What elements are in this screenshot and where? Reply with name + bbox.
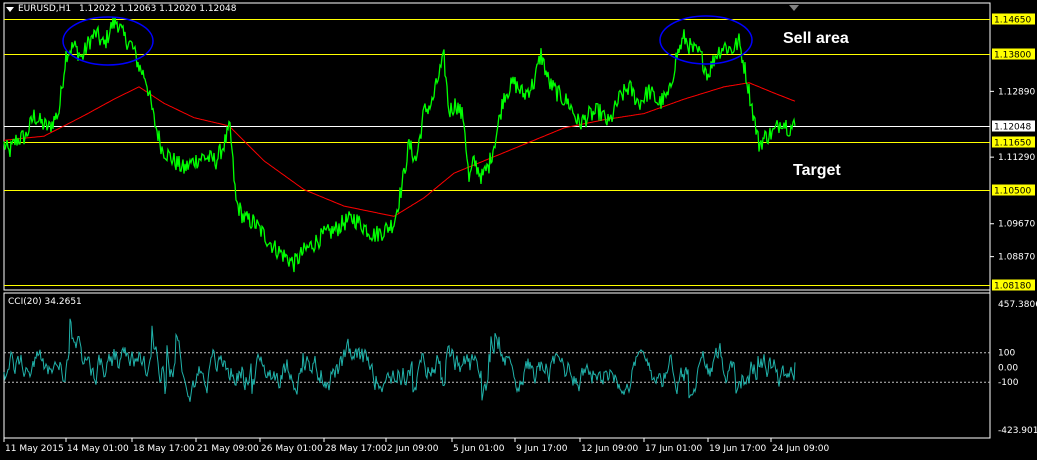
time-axis-label: 18 May 17:00 <box>133 444 195 454</box>
cci-tick-label: -423.901 <box>998 426 1037 436</box>
cci-panel-frame <box>3 292 991 439</box>
time-axis-label: 14 May 01:00 <box>67 444 129 454</box>
price-level-label: 1.14650 <box>994 16 1031 26</box>
time-axis-label: 19 Jun 17:00 <box>709 444 766 454</box>
cci-tick-label: 457.3806 <box>998 300 1037 310</box>
time-axis-label: 28 May 17:00 <box>325 444 387 454</box>
target-annotation: Target <box>793 162 841 179</box>
time-axis-label: 2 Jun 09:00 <box>387 444 439 454</box>
ohlc-values: 1.12022 1.12063 1.12020 1.12048 <box>79 4 237 14</box>
price-level-label: 1.08180 <box>994 282 1031 292</box>
price-level-label: 1.12048 <box>994 123 1031 133</box>
time-axis-label: 12 Jun 09:00 <box>581 444 638 454</box>
time-axis-label: 26 May 01:00 <box>261 444 323 454</box>
price-line <box>3 17 796 273</box>
chart-window[interactable]: 1.12890 1.11290 1.09670 1.08870 1.14650 1.138… <box>0 0 1037 457</box>
price-level-label: 1.13800 <box>994 51 1031 61</box>
cci-header: CCI(20) 34.2651 <box>8 297 82 307</box>
time-axis-label: 9 Jun 17:00 <box>516 444 568 454</box>
time-axis-label: 24 Jun 09:00 <box>772 444 829 454</box>
time-axis-label: 11 May 2015 <box>5 444 64 454</box>
sell-area-annotation: Sell area <box>783 30 849 47</box>
cci-tick-label: 100 <box>998 349 1015 359</box>
price-tick-label: 1.11290 <box>998 153 1035 163</box>
time-axis-label: 17 Jun 01:00 <box>645 444 702 454</box>
price-tick-label: 1.09670 <box>998 220 1035 230</box>
cci-tick-label: -100 <box>998 378 1019 388</box>
cci-tick-label: 0.00 <box>998 363 1018 373</box>
price-tick-label: 1.08870 <box>998 253 1035 263</box>
price-level-label: 1.10500 <box>994 187 1031 197</box>
time-axis-label: 5 Jun 01:00 <box>453 444 505 454</box>
time-axis-label: 21 May 09:00 <box>197 444 259 454</box>
price-tick-label: 1.12890 <box>998 87 1035 97</box>
symbol-name: EURUSD,H1 <box>18 4 72 14</box>
symbol-header: EURUSD,H1 1.12022 1.12063 1.12020 1.1204… <box>18 4 236 14</box>
dropdown-arrow-icon[interactable] <box>6 7 14 12</box>
chart-canvas: 1.12890 1.11290 1.09670 1.08870 1.14650 1.138… <box>3 2 1037 454</box>
cci-line <box>3 318 796 402</box>
scroll-marker-icon[interactable] <box>789 5 799 11</box>
price-level-label: 1.11650 <box>994 139 1031 149</box>
